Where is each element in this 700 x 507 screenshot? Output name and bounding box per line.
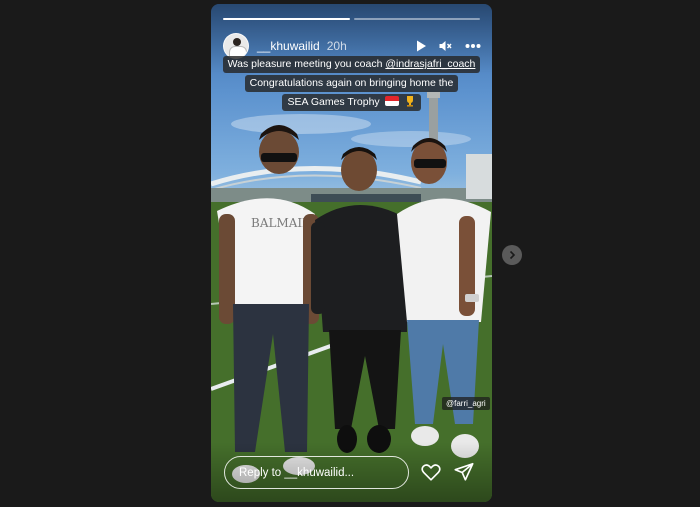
caption-text: Was pleasure meeting you coach [227, 58, 386, 70]
send-icon [454, 462, 474, 481]
mute-button[interactable] [435, 36, 455, 56]
play-icon [417, 40, 426, 52]
story-viewer[interactable]: BALMAIN __khuwailid 20h Was pleasure mee… [211, 4, 492, 502]
like-button[interactable] [420, 461, 442, 483]
more-button[interactable] [463, 36, 483, 56]
chevron-right-icon [509, 250, 516, 260]
username[interactable]: __khuwailid [257, 39, 320, 53]
progress-segment [353, 18, 480, 20]
reply-input[interactable]: Reply to __khuwailid... [224, 456, 409, 489]
mention-link[interactable]: @indrasjafri_coach [385, 58, 475, 70]
user-tag-sticker[interactable]: @farri_agri [442, 397, 490, 410]
story-caption: Was pleasure meeting you coach @indrasja… [211, 56, 492, 111]
trophy-emoji [406, 96, 413, 107]
mute-icon [439, 41, 452, 51]
heart-icon [421, 464, 441, 481]
send-button[interactable] [453, 461, 475, 483]
caption-line-2: Congratulations again on bringing home t… [244, 75, 459, 92]
next-story-button[interactable] [502, 245, 522, 265]
story-progress [223, 18, 480, 20]
more-icon [465, 44, 481, 48]
progress-fill [223, 18, 350, 20]
caption-text: SEA Games Trophy [287, 96, 380, 108]
play-button[interactable] [411, 36, 431, 56]
indonesia-flag-emoji [384, 96, 399, 106]
progress-segment [223, 18, 350, 20]
caption-line-1: Was pleasure meeting you coach @indrasja… [222, 56, 481, 73]
caption-line-3: SEA Games Trophy [282, 94, 421, 111]
post-time: 20h [326, 39, 347, 53]
